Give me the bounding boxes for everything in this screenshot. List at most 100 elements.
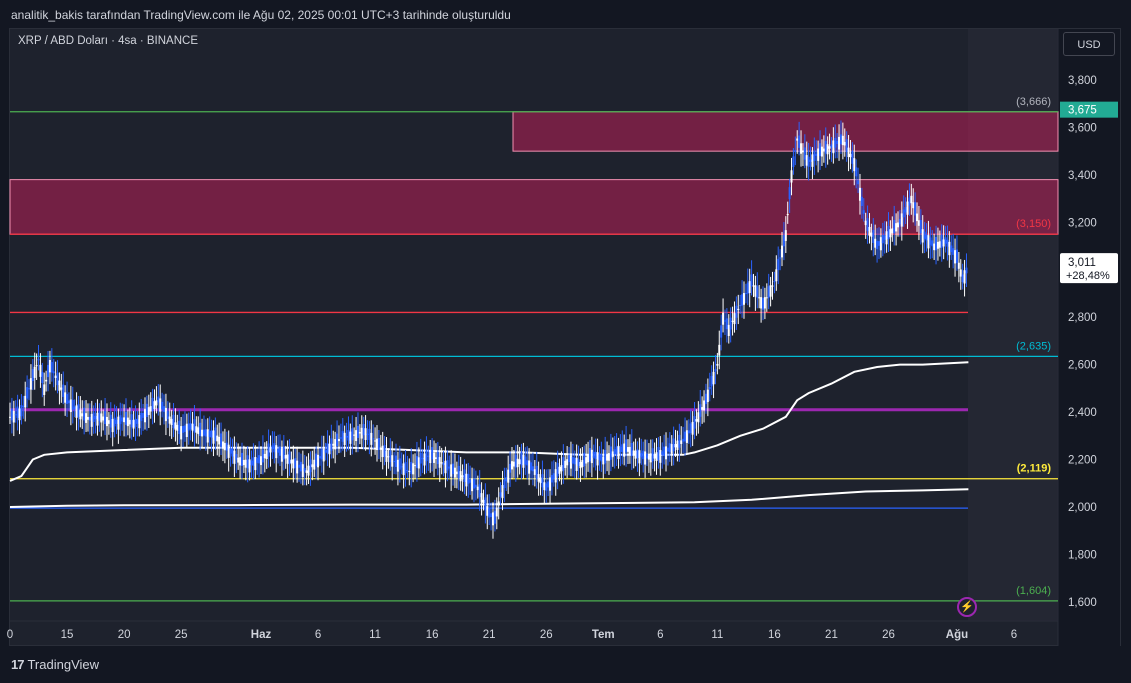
- candle-body: [716, 364, 719, 366]
- candle-body: [377, 437, 380, 450]
- candle-body: [954, 250, 957, 264]
- candle-body: [290, 459, 293, 464]
- candle-body: [282, 446, 285, 460]
- candle-body: [815, 153, 818, 156]
- bolt-icon[interactable]: ⚡: [957, 597, 977, 617]
- candle-body: [545, 483, 548, 491]
- candle-body: [912, 202, 915, 209]
- candle-body: [792, 156, 795, 168]
- candle-body: [722, 312, 725, 325]
- candle-body: [889, 229, 892, 238]
- candle-body: [632, 450, 635, 456]
- candle-body: [809, 159, 812, 162]
- candle-body: [469, 479, 472, 483]
- candle-body: [590, 449, 593, 464]
- candle-body: [767, 286, 770, 298]
- candle-body: [353, 434, 356, 436]
- candle-body: [550, 475, 553, 483]
- candle-body: [790, 170, 793, 183]
- current-price-change: +28,48%: [1066, 270, 1110, 282]
- candle-body: [452, 463, 455, 475]
- candle-body: [655, 452, 658, 462]
- candle-body: [541, 474, 544, 488]
- candle-body: [448, 466, 451, 469]
- candle-body: [256, 458, 259, 463]
- candle-body: [514, 454, 517, 468]
- candle-body: [294, 458, 297, 468]
- candle-body: [493, 510, 496, 524]
- symbol-title[interactable]: XRP / ABD Doları · 4sa · BINANCE: [18, 35, 198, 47]
- candle-body: [756, 286, 759, 298]
- candle-body: [564, 460, 567, 468]
- candle-body: [596, 452, 599, 466]
- candle-body: [788, 187, 791, 200]
- candle-body: [874, 238, 877, 248]
- candle-body: [336, 433, 339, 446]
- candle-body: [569, 455, 572, 469]
- candle-body: [417, 457, 420, 469]
- candle-body: [218, 436, 221, 445]
- candle-body: [126, 417, 129, 427]
- candle-body: [644, 451, 647, 465]
- candle-body: [965, 267, 968, 274]
- y-tick-label: 2,800: [1068, 312, 1097, 324]
- candle-body: [916, 213, 919, 222]
- candle-body: [288, 451, 291, 465]
- candle-body: [269, 447, 272, 453]
- candle-body: [528, 460, 531, 474]
- candle-body: [708, 387, 711, 390]
- x-tick-label: Ağu: [946, 629, 968, 641]
- candle-body: [512, 461, 515, 467]
- candle-body: [697, 412, 700, 423]
- candle-body: [522, 454, 525, 468]
- candle-body: [781, 245, 784, 258]
- candle-body: [594, 451, 597, 460]
- candle-body: [625, 439, 628, 453]
- candle-body: [12, 410, 15, 423]
- candle-body: [366, 433, 369, 435]
- candle-body: [838, 136, 841, 150]
- candle-body: [665, 446, 668, 460]
- candle-body: [315, 453, 318, 467]
- candle-body: [805, 155, 808, 166]
- candle-body: [35, 365, 38, 367]
- candle-body: [680, 440, 683, 444]
- candle-body: [897, 222, 900, 228]
- candle-body: [560, 465, 563, 472]
- tradingview-logo-text: TradingView: [27, 657, 100, 672]
- candle-body: [375, 438, 378, 451]
- candle-body: [817, 148, 820, 161]
- candle-body: [326, 443, 329, 454]
- candle-body: [762, 298, 764, 310]
- candle-body: [182, 426, 185, 433]
- candle-body: [115, 419, 118, 424]
- level-label-1: (3,150): [1016, 218, 1051, 230]
- candle-body: [474, 484, 477, 488]
- x-tick-label: 26: [882, 629, 895, 641]
- candle-body: [123, 417, 126, 423]
- candle-body: [248, 459, 251, 473]
- candle-body: [149, 406, 152, 412]
- candle-body: [891, 228, 894, 234]
- candle-body: [955, 249, 958, 263]
- candle-body: [836, 140, 839, 144]
- candle-body: [579, 461, 582, 469]
- candle-body: [240, 452, 243, 467]
- candle-body: [334, 439, 337, 450]
- candle-body: [102, 416, 105, 421]
- x-tick-label: 6: [315, 629, 321, 641]
- candle-body: [754, 285, 757, 297]
- candle-body: [623, 443, 626, 457]
- chart-canvas[interactable]: (3,666) (3,150) (2,635) (2,119) (1,604) 3,800…: [0, 0, 1131, 683]
- candle-body: [961, 274, 964, 283]
- y-tick-label: 3,800: [1068, 75, 1097, 87]
- candle-body: [684, 431, 687, 442]
- candle-body: [562, 457, 565, 471]
- tradingview-logo[interactable]: 17 TradingView: [11, 657, 99, 672]
- candle-body: [851, 151, 854, 164]
- currency-button[interactable]: USD: [1063, 32, 1115, 56]
- candle-body: [741, 294, 744, 306]
- candle-body: [296, 460, 299, 474]
- candle-body: [69, 399, 72, 413]
- candle-body: [581, 460, 584, 468]
